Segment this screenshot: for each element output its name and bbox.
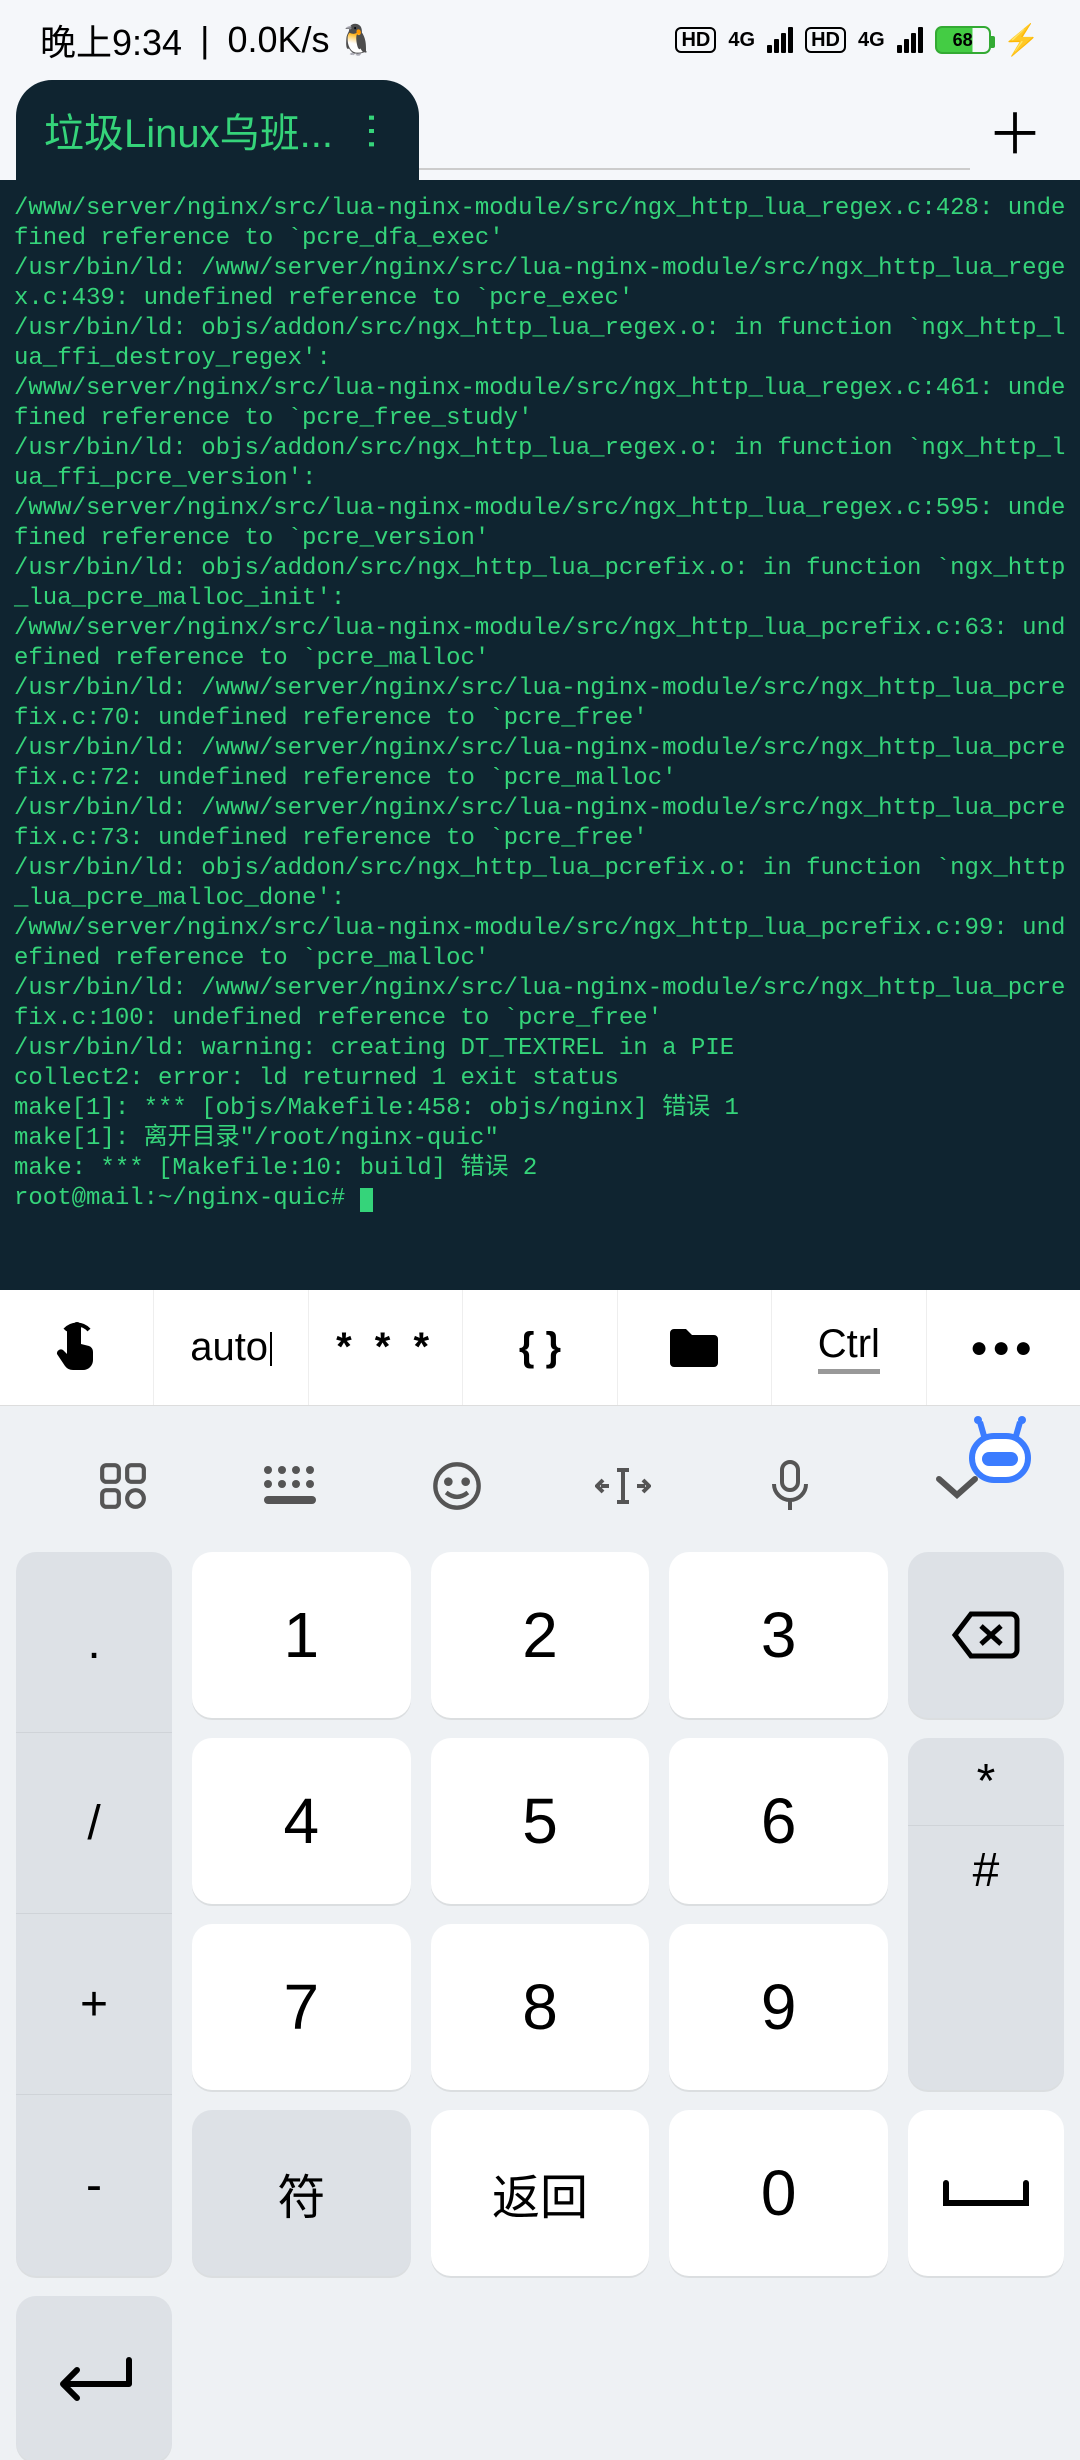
ctrl-button[interactable]: Ctrl (772, 1290, 926, 1405)
key-9[interactable]: 9 (669, 1924, 888, 2090)
terminal[interactable]: /www/server/nginx/src/lua-nginx-module/s… (0, 180, 1080, 1290)
braces-button[interactable]: { } (463, 1290, 617, 1405)
tab-menu-icon[interactable]: ⋯ (349, 111, 395, 149)
net-label-1: 4G (728, 29, 755, 52)
touch-mode-button[interactable] (0, 1290, 154, 1405)
key-0[interactable]: 0 (669, 2110, 888, 2276)
cursor-icon (360, 1188, 373, 1212)
key-back[interactable]: 返回 (431, 2110, 650, 2276)
key-minus[interactable]: - (16, 2095, 172, 2276)
tabs-bar: 垃圾Linux乌班... ⋯ ＋ (0, 80, 1080, 180)
key-backspace[interactable] (908, 1552, 1064, 1718)
key-7[interactable]: 7 (192, 1924, 411, 2090)
status-bar: 晚上9:34 | 0.0K/s 🐧 HD 4G HD 4G 68 ⚡ (0, 0, 1080, 80)
key-hash[interactable]: # (908, 1826, 1064, 1914)
ime-toolbar (0, 1406, 1080, 1536)
key-plus[interactable]: + (16, 1914, 172, 2095)
charging-icon: ⚡ (1003, 23, 1040, 58)
keyboard-layout-icon[interactable] (255, 1451, 325, 1521)
side-right-column: * # (908, 1738, 1064, 2090)
signal-icon-2 (897, 27, 923, 53)
key-slash[interactable]: / (16, 1733, 172, 1914)
key-symbols[interactable]: 符 (192, 2110, 411, 2276)
key-star[interactable]: * (908, 1738, 1064, 1826)
emoji-icon[interactable] (422, 1451, 492, 1521)
tab-title: 垃圾Linux乌班... (44, 101, 333, 159)
keyboard: . / + - 1 2 3 4 5 6 * # 7 8 9 符 返回 0 (0, 1406, 1080, 2460)
battery-icon: 68 (935, 26, 991, 54)
tab-divider (419, 80, 970, 170)
terminal-toolbar: auto * * * { } Ctrl ●●● (0, 1290, 1080, 1406)
signal-icon (767, 27, 793, 53)
side-symbol-column: . / + - (16, 1552, 172, 2276)
autocomplete-button[interactable]: auto (154, 1290, 308, 1405)
key-2[interactable]: 2 (431, 1552, 650, 1718)
hd-badge: HD (675, 27, 716, 53)
folder-button[interactable] (618, 1290, 772, 1405)
tab-current[interactable]: 垃圾Linux乌班... ⋯ (16, 80, 419, 180)
key-4[interactable]: 4 (192, 1738, 411, 1904)
terminal-prompt: root@mail:~/nginx-quic# (14, 1185, 360, 1212)
password-button[interactable]: * * * (309, 1290, 463, 1405)
mic-icon[interactable] (755, 1451, 825, 1521)
add-tab-button[interactable]: ＋ (970, 80, 1060, 180)
keypad: . / + - 1 2 3 4 5 6 * # 7 8 9 符 返回 0 (0, 1536, 1080, 2460)
key-1[interactable]: 1 (192, 1552, 411, 1718)
key-5[interactable]: 5 (431, 1738, 650, 1904)
apps-icon[interactable] (88, 1451, 158, 1521)
hd-badge-2: HD (805, 27, 846, 53)
status-time: 晚上9:34 (40, 14, 182, 66)
terminal-output: /www/server/nginx/src/lua-nginx-module/s… (14, 195, 1065, 1182)
assistant-icon[interactable] (960, 1416, 1040, 1486)
key-8[interactable]: 8 (431, 1924, 650, 2090)
key-space[interactable] (908, 2110, 1064, 2276)
key-3[interactable]: 3 (669, 1552, 888, 1718)
key-dot[interactable]: . (16, 1552, 172, 1733)
key-6[interactable]: 6 (669, 1738, 888, 1904)
more-button[interactable]: ●●● (927, 1290, 1080, 1405)
net-label-2: 4G (858, 29, 885, 52)
penguin-icon: 🐧 (338, 23, 375, 58)
key-enter[interactable] (16, 2296, 172, 2460)
status-speed: 0.0K/s (227, 19, 329, 61)
cursor-mode-icon[interactable] (588, 1451, 658, 1521)
